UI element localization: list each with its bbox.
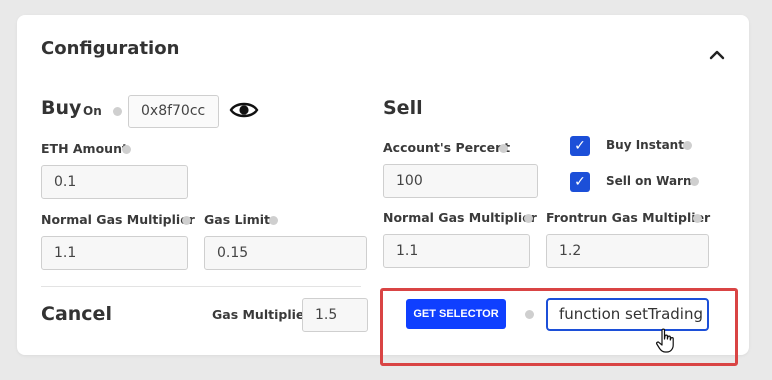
gas-limit-input[interactable]: 0.15 [204,236,367,270]
info-icon [182,216,191,225]
sell-normal-gas-input[interactable]: 1.1 [383,234,530,268]
eth-amount-label: ETH Amount [41,141,128,156]
gas-limit-label: Gas Limit [204,212,271,227]
get-selector-button[interactable]: GET SELECTOR [406,299,506,329]
sell-on-warn-checkbox[interactable]: ✓ [570,172,590,192]
frontrun-gas-input[interactable]: 1.2 [546,234,709,268]
buy-status: On [83,104,102,118]
buy-instant-label: Buy Instant [606,138,684,152]
buy-heading: Buy [41,97,82,119]
function-signature-input[interactable]: function setTrading [546,298,709,331]
cancel-gas-multiplier-label: Gas Multiplier [212,307,311,322]
buy-normal-gas-input[interactable]: 1.1 [41,236,188,270]
sell-heading: Sell [383,97,423,119]
info-icon [690,177,699,186]
panel-title: Configuration [41,38,180,59]
eye-icon[interactable] [229,99,259,121]
info-icon [683,141,692,150]
section-divider [41,286,361,287]
chevron-up-icon[interactable] [707,45,727,65]
cancel-gas-multiplier-input[interactable]: 1.5 [302,298,368,332]
sell-on-warn-label: Sell on Warn [606,174,692,188]
accounts-percent-input[interactable]: 100 [383,164,538,198]
info-icon [499,144,508,153]
buy-address-field[interactable]: 0x8f70cc [128,95,219,128]
info-icon [524,214,533,223]
eth-amount-input[interactable]: 0.1 [41,165,188,199]
sell-normal-gas-label: Normal Gas Multiplier [383,210,537,225]
info-icon [693,214,702,223]
info-icon [269,216,278,225]
accounts-percent-label: Account's Percent [383,140,511,155]
hand-cursor-icon [655,328,677,354]
info-icon [113,107,122,116]
frontrun-gas-label: Frontrun Gas Multiplier [546,210,711,225]
info-icon [525,310,534,319]
info-icon [122,145,131,154]
buy-normal-gas-label: Normal Gas Multiplier [41,212,195,227]
cancel-heading: Cancel [41,303,112,325]
buy-instant-checkbox[interactable]: ✓ [570,136,590,156]
